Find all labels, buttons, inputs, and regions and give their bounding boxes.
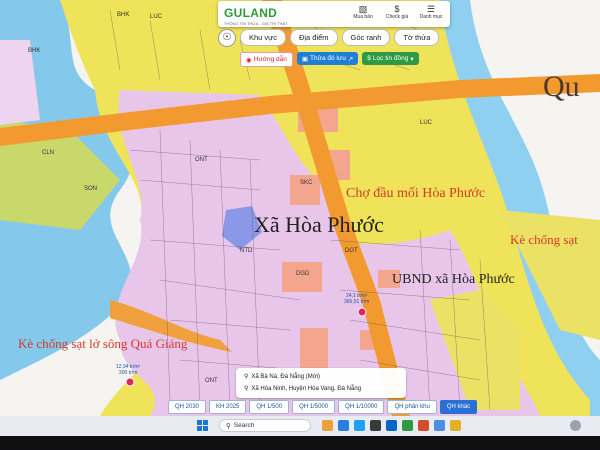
chevron-down-icon: ▾ (410, 55, 414, 63)
notification-icon[interactable] (570, 420, 581, 431)
nav-tabs: ☉ Khu vực Địa điểm Góc ranh Tờ thửa (218, 28, 440, 47)
app-icon[interactable] (418, 420, 429, 431)
map-screenshot: BHK LUC CLN ONT SON DGD SKC NTD DGT BHK … (0, 0, 600, 450)
tab-dia-diem[interactable]: Địa điểm (289, 29, 338, 46)
tab-qh-khac[interactable]: QH khác (439, 400, 478, 414)
tab-kh-2025[interactable]: KH 2025 (209, 400, 247, 414)
parcel-docs-button[interactable]: ▣ Thửa đô lưu ↗ (296, 52, 359, 65)
app-icon[interactable] (434, 420, 445, 431)
tab-qh-1-5000[interactable]: QH 1/5000 (292, 400, 336, 414)
price-marker-1[interactable]: 24,1 tr/m² 366,51 tr/m (344, 293, 369, 305)
brand-logo[interactable]: GULAND THÔNG TIN THỬA - GIÁ TRỊ THẬT (224, 4, 288, 26)
windows-taskbar: ⚲ Search (0, 416, 600, 436)
app-icon[interactable] (402, 420, 413, 431)
tab-qh-2030[interactable]: QH 2030 (168, 400, 207, 414)
tab-qh-phan-khu[interactable]: QH phân khu (387, 400, 437, 414)
menu-icon: ☰ (426, 4, 436, 14)
filter-button[interactable]: $ Lọc tin đồng ▾ (362, 52, 419, 65)
location-line-2: ⚲ Xã Hòa Ninh, Huyện Hòa Vang, Đà Nẵng (244, 385, 362, 393)
price-pin-1 (357, 307, 367, 317)
tab-qh-1-500[interactable]: QH 1/500 (249, 400, 290, 414)
app-icon[interactable] (450, 420, 461, 431)
tab-goc-ranh[interactable]: Góc ranh (341, 29, 391, 46)
brand-name: GULAND (224, 6, 278, 20)
start-button[interactable] (197, 420, 208, 431)
dollar-icon: $ (367, 55, 371, 62)
crosshair-icon: ☉ (222, 32, 232, 43)
app-header: GULAND THÔNG TIN THỬA - GIÁ TRỊ THẬT ▧ M… (218, 1, 450, 27)
app-icon[interactable] (386, 420, 397, 431)
search-icon: ⚲ (226, 422, 231, 430)
price-pin-2 (125, 377, 135, 387)
catalog-button[interactable]: ☰ Danh mục (414, 4, 448, 20)
price-marker-2[interactable]: 12,94 tr/m² 300 tr/m (116, 364, 140, 376)
check-price-button[interactable]: $ Check giá (380, 4, 414, 20)
tool-row: ◉ Hướng dẫn ▣ Thửa đô lưu ↗ $ Lọc tin đồng ▾ (240, 52, 419, 67)
tab-to-thua[interactable]: Tờ thửa (394, 29, 440, 46)
taskbar-search[interactable]: ⚲ Search (219, 419, 311, 432)
buy-sell-button[interactable]: ▧ Mua bán (346, 4, 380, 20)
dgd-block (282, 262, 322, 292)
location-line-1: ⚲ Xã Bà Nà, Đà Nẵng (Mới) (244, 373, 321, 381)
tab-qh-1-10000[interactable]: QH 1/10000 (338, 400, 385, 414)
route-button[interactable]: ◉ Hướng dẫn (240, 52, 293, 67)
edge-icon[interactable] (338, 420, 349, 431)
mail-icon[interactable] (354, 420, 365, 431)
monitor-bezel (0, 436, 600, 450)
dollar-icon: $ (394, 4, 400, 14)
store-app-icon[interactable] (370, 420, 381, 431)
planning-scale-tabs: QH 2030 KH 2025 QH 1/500 QH 1/5000 QH 1/… (168, 400, 478, 414)
pin-icon: ⚲ (244, 386, 249, 392)
location-card[interactable]: ⚲ Xã Bà Nà, Đà Nẵng (Mới) ⚲ Xã Hòa Ninh, H… (236, 368, 406, 398)
tab-khu-vuc[interactable]: Khu vực (240, 29, 286, 46)
pin-icon: ⚲ (244, 374, 249, 380)
external-link-icon: ↗ (347, 55, 354, 63)
locate-button[interactable]: ☉ (218, 28, 236, 47)
brand-tagline: THÔNG TIN THỬA - GIÁ TRỊ THẬT (224, 21, 288, 26)
document-icon: ▣ (301, 55, 309, 63)
file-explorer-icon[interactable] (322, 420, 333, 431)
store-icon: ▧ (358, 4, 368, 14)
route-icon: ◉ (246, 56, 252, 64)
